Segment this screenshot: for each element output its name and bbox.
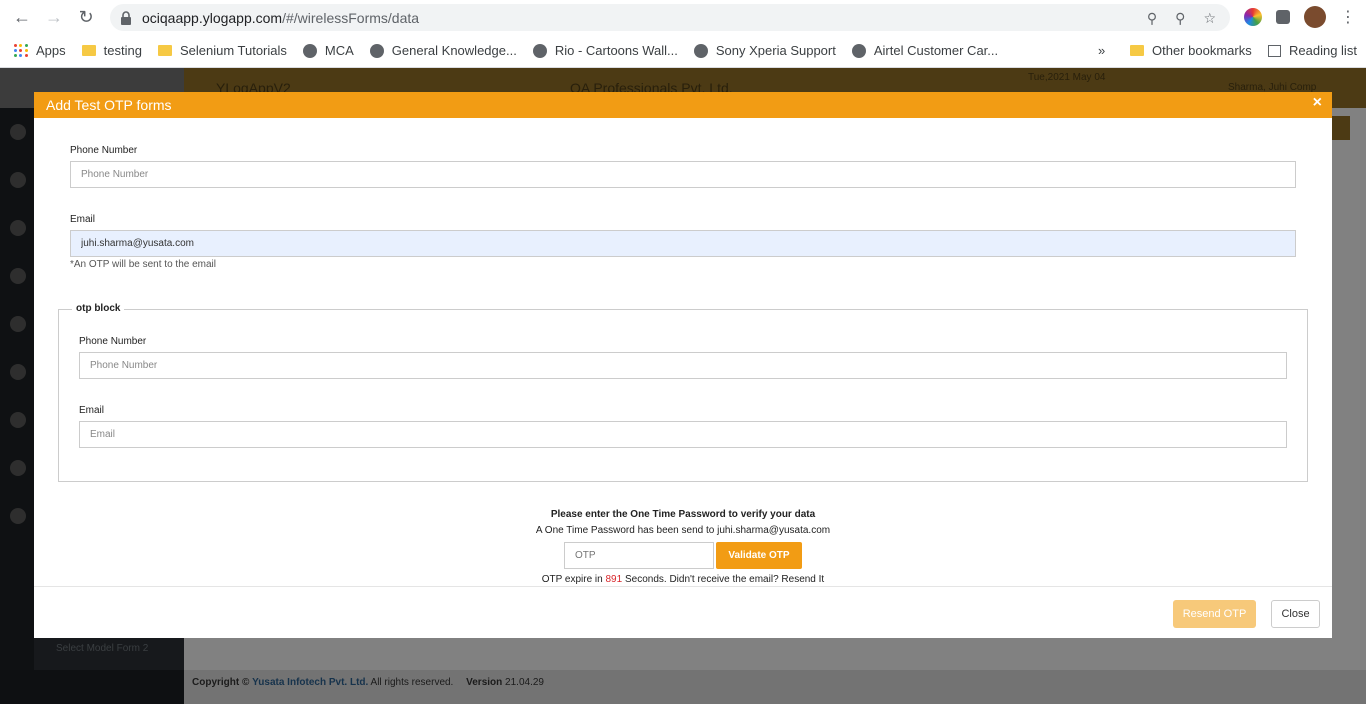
otp-seconds-remaining: 891 xyxy=(605,574,623,585)
bookmark-selenium[interactable]: Selenium Tutorials xyxy=(150,37,295,65)
modal-title: Add Test OTP forms xyxy=(46,97,172,113)
bookmark-airtel[interactable]: Airtel Customer Car... xyxy=(844,37,1006,65)
validate-otp-button[interactable]: Validate OTP xyxy=(716,542,802,569)
url-host: ociqaapp.ylogapp.com xyxy=(142,9,283,26)
back-arrow-icon[interactable]: ← xyxy=(6,1,38,33)
bookmark-testing[interactable]: testing xyxy=(74,37,150,65)
modal-header: Add Test OTP forms × xyxy=(34,92,1332,118)
folder-icon xyxy=(1130,45,1144,56)
phone-number-input[interactable] xyxy=(70,161,1296,188)
url-path: /#/wirelessForms/data xyxy=(282,9,420,26)
otp-block-phone-label: Phone Number xyxy=(79,336,147,347)
phone-number-label: Phone Number xyxy=(70,145,138,156)
forward-arrow-icon[interactable]: → xyxy=(38,1,70,33)
email-hint: *An OTP will be sent to the email xyxy=(70,259,216,270)
reading-list[interactable]: Reading list xyxy=(1260,37,1365,65)
globe-icon xyxy=(369,43,384,58)
bookmarks-bar: Apps testing Selenium Tutorials MCA Gene… xyxy=(0,34,1366,68)
otp-prompt: Please enter the One Time Password to ve… xyxy=(550,509,816,520)
otp-block-phone-input[interactable] xyxy=(79,352,1287,379)
otp-input[interactable] xyxy=(564,542,714,569)
otp-expire-message: OTP expire in 891 Seconds. Didn't receiv… xyxy=(541,574,825,585)
globe-icon xyxy=(693,43,708,58)
star-icon[interactable]: ☆ xyxy=(1203,10,1216,27)
globe-icon xyxy=(302,43,317,58)
folder-icon xyxy=(81,45,96,56)
bookmark-apps[interactable]: Apps xyxy=(6,37,74,65)
otp-block-legend: otp block xyxy=(72,303,125,314)
bookmark-sony[interactable]: Sony Xperia Support xyxy=(686,37,844,65)
globe-icon xyxy=(532,43,547,58)
browser-toolbar: ← → ↻ ociqaapp.ylogapp.com/#/wirelessFor… xyxy=(0,0,1366,34)
extension-icon[interactable] xyxy=(1244,8,1262,26)
address-bar[interactable]: ociqaapp.ylogapp.com/#/wirelessForms/dat… xyxy=(110,4,1230,31)
otp-block-fieldset xyxy=(58,309,1308,482)
zoom-icon[interactable]: ⚲ xyxy=(1175,10,1185,27)
add-test-otp-modal: Add Test OTP forms × Phone Number Email … xyxy=(34,92,1332,638)
puzzle-icon[interactable] xyxy=(1276,10,1290,24)
globe-icon xyxy=(851,43,866,58)
reload-icon[interactable]: ↻ xyxy=(70,1,102,33)
other-bookmarks[interactable]: Other bookmarks xyxy=(1122,37,1260,65)
bookmark-mca[interactable]: MCA xyxy=(295,37,362,65)
bookmark-gk[interactable]: General Knowledge... xyxy=(362,37,525,65)
modal-footer: Resend OTP Close xyxy=(34,586,1332,638)
bookmarks-overflow-button[interactable]: » xyxy=(1090,37,1113,65)
resend-otp-button[interactable]: Resend OTP xyxy=(1173,600,1256,628)
email-label: Email xyxy=(70,214,96,225)
menu-kebab-icon[interactable]: ⋮ xyxy=(1340,7,1356,27)
lock-icon xyxy=(120,10,132,25)
otp-sent-message: A One Time Password has been send to juh… xyxy=(535,525,831,536)
bookmark-rio[interactable]: Rio - Cartoons Wall... xyxy=(525,37,686,65)
profile-avatar[interactable] xyxy=(1304,6,1326,28)
close-button[interactable]: Close xyxy=(1271,600,1320,628)
otp-block-email-input[interactable] xyxy=(79,421,1287,448)
modal-body: Phone Number Email *An OTP will be sent … xyxy=(34,118,1332,586)
email-input[interactable] xyxy=(70,230,1296,257)
key-icon[interactable]: ⚲ xyxy=(1147,10,1157,27)
otp-block-email-label: Email xyxy=(79,405,105,416)
apps-grid-icon xyxy=(14,43,28,58)
close-icon[interactable]: × xyxy=(1313,94,1322,112)
folder-icon xyxy=(157,45,172,56)
reading-list-icon xyxy=(1268,44,1281,57)
